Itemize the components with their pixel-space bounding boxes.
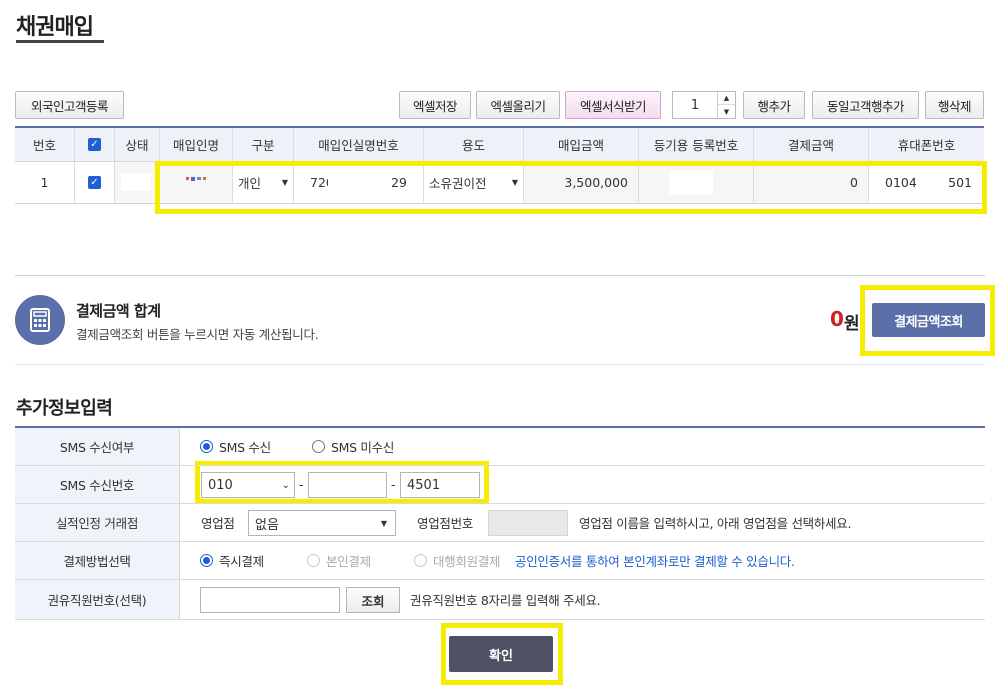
extra-info-table: SMS 수신여부 SMS 수신 SMS 미수신 SMS 수신번호 010 ⌄ - … — [15, 426, 985, 620]
sms-last-input[interactable]: 4501 — [400, 472, 480, 498]
radio-disabled-icon — [414, 554, 427, 567]
dash-2: - — [391, 477, 396, 492]
header-no: 번호 — [15, 128, 75, 161]
payment-method-row: 결제방법선택 즉시결제 본인결제 대행회원결제 공인인증서를 통하여 본인계좌로… — [15, 542, 985, 580]
row-purpose-select[interactable]: 소유권이전 ▼ — [424, 162, 524, 203]
staff-search-button[interactable]: 조회 — [346, 587, 400, 613]
section-divider — [15, 275, 985, 276]
row-buyer-id[interactable]: 720 29 — [294, 162, 424, 203]
row-registry-no[interactable] — [639, 162, 754, 203]
row-status — [115, 162, 160, 203]
excel-save-button[interactable]: 엑셀저장 — [399, 91, 471, 119]
radio-checked-icon[interactable] — [200, 440, 213, 453]
sms-receive-row: SMS 수신여부 SMS 수신 SMS 미수신 — [15, 428, 985, 466]
table-row: 1 ✓ 개인▼ 720 29 소유권이전▼ 3,500,000 0 0104 — [15, 162, 984, 204]
add-row-button[interactable]: 행추가 — [743, 91, 805, 119]
sms-receive-no[interactable]: SMS 미수신 — [312, 428, 394, 465]
sms-number-row: SMS 수신번호 010 ⌄ - - 4501 — [15, 466, 985, 504]
grid-header: 번호 ✓ 상태 매입인명 구분 매입인실명번호 용도 매입금액 등기용 등록번호… — [15, 126, 984, 162]
title-underline — [16, 40, 104, 43]
stepper-down-icon[interactable]: ▼ — [717, 105, 735, 118]
staff-row: 권유직원번호(선택) 조회 권유직원번호 8자리를 입력해 주세요. — [15, 580, 985, 620]
payment-method-label: 결제방법선택 — [15, 542, 180, 579]
row-check-icon[interactable]: ✓ — [88, 176, 101, 189]
staff-label: 권유직원번호(선택) — [15, 580, 180, 619]
add-same-customer-button[interactable]: 동일고객행추가 — [812, 91, 919, 119]
check-all-icon[interactable]: ✓ — [88, 138, 101, 151]
foreign-customer-button[interactable]: 외국인고객등록 — [15, 91, 124, 119]
calculator-icon — [15, 295, 65, 345]
row-category-select[interactable]: 개인 ▼ — [233, 162, 294, 203]
header-amount: 매입금액 — [524, 128, 639, 161]
page-title: 채권매입 — [16, 15, 94, 40]
total-title: 결제금액 합계 — [76, 302, 161, 320]
row-payment: 0 — [754, 162, 869, 203]
row-amount[interactable]: 3,500,000 — [524, 162, 639, 203]
header-purpose: 용도 — [424, 128, 524, 161]
header-payment: 결제금액 — [754, 128, 869, 161]
payment-note: 공인인증서를 통하여 본인계좌로만 결제할 수 있습니다. — [515, 554, 795, 569]
staff-number-input[interactable] — [200, 587, 340, 613]
row-phone[interactable]: 0104 4501 — [869, 162, 984, 203]
radio-icon[interactable] — [312, 440, 325, 453]
radio-disabled-icon — [307, 554, 320, 567]
sms-middle-input[interactable] — [308, 472, 387, 498]
row-count-value[interactable]: 1 — [673, 92, 717, 118]
excel-template-button[interactable]: 엑셀서식받기 — [565, 91, 661, 119]
header-category: 구분 — [233, 128, 294, 161]
chevron-down-icon: ▼ — [511, 178, 518, 187]
chevron-down-icon: ▼ — [281, 178, 288, 187]
pay-instant-option[interactable]: 즉시결제 — [200, 542, 264, 579]
row-no: 1 — [15, 162, 75, 203]
total-amount: 0 — [830, 307, 844, 331]
header-phone: 휴대폰번호 — [897, 138, 956, 153]
sms-receive-yes[interactable]: SMS 수신 — [200, 428, 271, 465]
staff-hint: 권유직원번호 8자리를 입력해 주세요. — [410, 593, 601, 608]
header-buyer-name: 매입인명 — [160, 128, 233, 161]
sms-area-select[interactable]: 010 ⌄ — [201, 472, 295, 498]
excel-upload-button[interactable]: 엑셀올리기 — [476, 91, 560, 119]
chevron-down-icon: ▼ — [380, 518, 387, 528]
header-select-all[interactable]: ✓ — [75, 128, 115, 161]
branch-field-label: 영업점 — [201, 516, 235, 531]
row-select[interactable]: ✓ — [75, 162, 115, 203]
pay-self-option: 본인결제 — [307, 542, 371, 579]
row-count-stepper[interactable]: 1 ▲ ▼ — [672, 91, 736, 119]
radio-checked-icon[interactable] — [200, 554, 213, 567]
confirm-button[interactable]: 확인 — [449, 636, 553, 672]
header-registry-no: 등기용 등록번호 — [639, 128, 754, 161]
total-unit: 원 — [844, 314, 860, 334]
branch-select[interactable]: 없음 ▼ — [248, 510, 396, 536]
section-divider — [15, 364, 985, 365]
sms-receive-label: SMS 수신여부 — [15, 428, 180, 465]
branch-hint: 영업점 이름을 입력하시고, 아래 영업점을 선택하세요. — [579, 516, 852, 531]
sms-number-label: SMS 수신번호 — [15, 466, 180, 503]
row-buyer-name[interactable] — [160, 162, 233, 203]
delete-row-button[interactable]: 행삭제 — [925, 91, 984, 119]
extra-info-title: 추가정보입력 — [16, 398, 113, 419]
branch-no-label: 영업점번호 — [417, 516, 474, 531]
branch-label: 실적인정 거래점 — [15, 504, 180, 541]
calc-payment-button[interactable]: 결제금액조회 — [872, 303, 985, 337]
total-description: 결제금액조회 버튼을 누르시면 자동 계산됩니다. — [76, 327, 319, 342]
chevron-down-icon: ⌄ — [281, 479, 290, 491]
pay-member-option: 대행회원결제 — [414, 542, 501, 579]
dash-1: - — [299, 477, 304, 492]
header-status: 상태 — [115, 128, 160, 161]
branch-row: 실적인정 거래점 영업점 없음 ▼ 영업점번호 영업점 이름을 입력하시고, 아래… — [15, 504, 985, 542]
stepper-up-icon[interactable]: ▲ — [717, 92, 735, 105]
header-buyer-id: 매입인실명번호 — [294, 128, 424, 161]
branch-no-input — [488, 510, 568, 536]
